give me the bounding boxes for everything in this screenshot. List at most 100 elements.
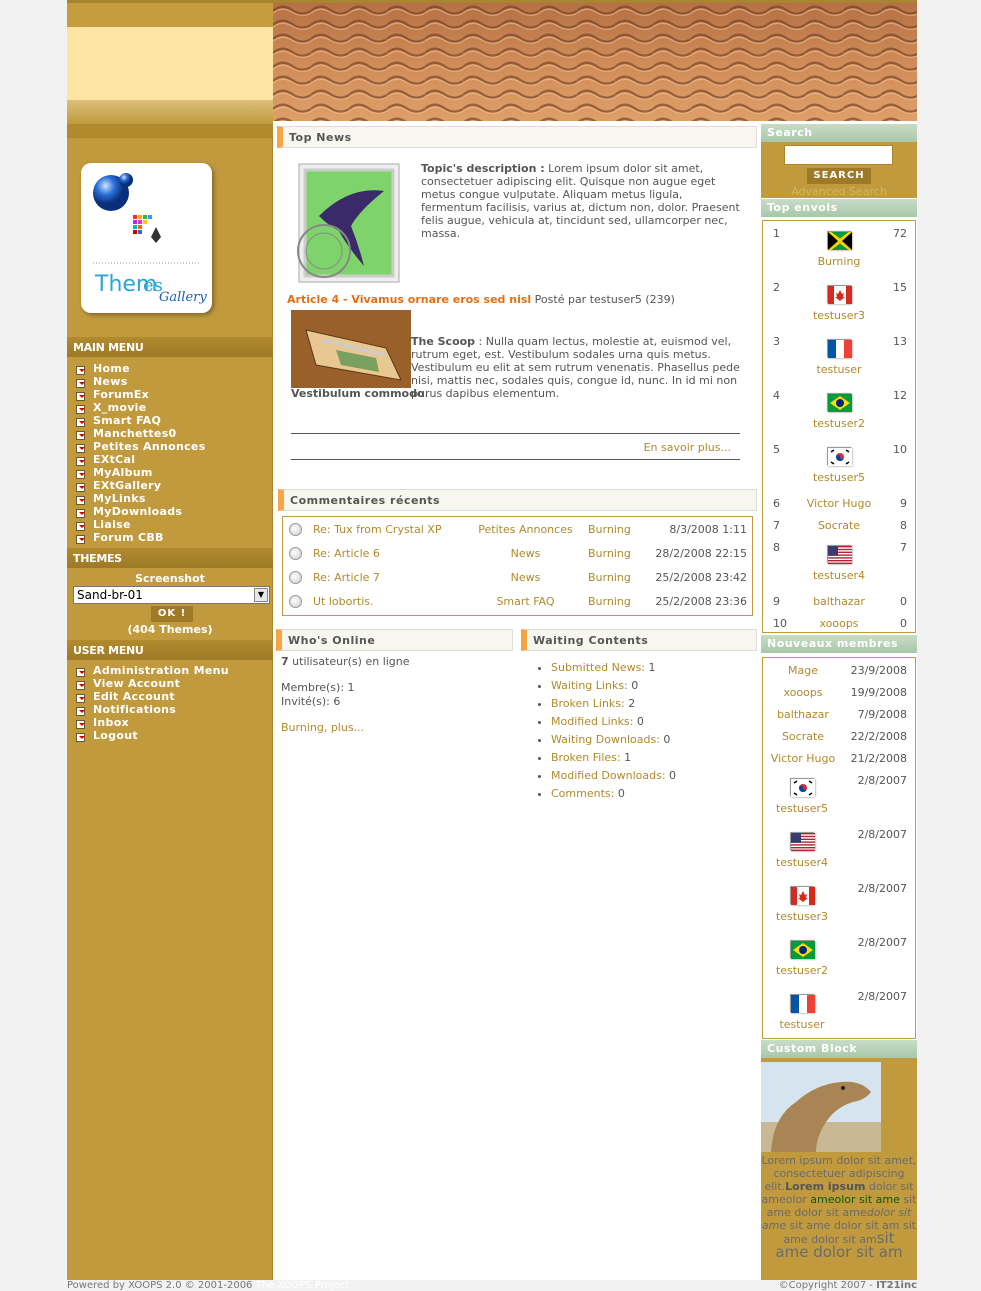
member-link[interactable]: xooops [763,686,843,699]
article-title-link[interactable]: Article 4 - Vivamus ornare eros sed nisl [287,293,531,306]
member-link[interactable]: Socrate [763,730,843,743]
waiting-item-link[interactable]: Waiting Links: [551,679,628,692]
comment-user-link[interactable]: Burning [588,571,631,584]
themes-title: Themes [67,548,273,568]
comment-user-link[interactable]: Burning [588,595,631,608]
member-link[interactable]: testuser [763,1018,841,1031]
svg-text:Gallery: Gallery [159,290,207,305]
main-menu-item[interactable]: Petites Annonces [73,440,206,453]
main-menu-item[interactable]: ForumEx [73,388,206,401]
waiting-item-count: 0 [633,715,644,728]
main-menu-item-label: EXtGallery [93,479,162,492]
top-envois-row: 10 0 xooops [763,611,915,633]
user-link[interactable]: balthazar [763,595,915,608]
main-menu-item[interactable]: EXtCal [73,453,206,466]
chevron-down-icon[interactable]: ▼ [254,588,268,602]
user-menu-item[interactable]: Inbox [73,716,229,729]
arrow-bullet-icon [76,431,85,440]
comment-module-link[interactable]: News [453,547,598,560]
new-member-row: 23/9/2008 Mage [763,658,915,680]
article-heading: Article 4 - Vivamus ornare eros sed nisl… [287,293,757,306]
comment-bullet-icon [289,547,302,560]
main-menu-item[interactable]: MyAlbum [73,466,206,479]
main-menu-item[interactable]: EXtGallery [73,479,206,492]
user-menu-item-label: Administration Menu [93,664,229,677]
arrow-bullet-icon [76,457,85,466]
member-link[interactable]: testuser4 [763,856,841,869]
arrow-bullet-icon [76,535,85,544]
comment-module-link[interactable]: Smart FAQ [453,595,598,608]
member-link[interactable]: testuser2 [763,964,841,977]
join-date: 21/2/2008 [850,752,907,765]
waiting-item-link[interactable]: Submitted News: [551,661,645,674]
xoops-project-link[interactable]: The XOOPS Project [256,1280,350,1291]
arrow-bullet-icon [76,496,85,505]
user-menu-item[interactable]: View Account [73,677,229,690]
user-link[interactable]: Socrate [763,519,915,532]
member-link[interactable]: testuser5 [763,802,841,815]
main-menu-item-label: Home [93,362,130,375]
comment-module-link[interactable]: Petites Annonces [453,523,598,536]
user-link[interactable]: testuser4 [763,569,915,582]
arrow-bullet-icon [76,694,85,703]
arrow-bullet-icon [76,405,85,414]
read-more-link[interactable]: En savoir plus... [291,441,731,454]
main-menu-item[interactable]: X_movie [73,401,206,414]
comment-subject-link[interactable]: Ut lobortis. [313,595,373,608]
footer-copyright: ©Copyright 2007 - IT21inc [778,1280,917,1291]
canada-flag-icon [790,886,815,905]
comment-user-link[interactable]: Burning [588,523,631,536]
user-link[interactable]: xooops [763,617,915,630]
theme-select[interactable]: Sand-br-01 ▼ [73,586,270,604]
comment-subject-link[interactable]: Re: Article 7 [313,571,380,584]
member-link[interactable]: balthazar [763,708,843,721]
arrow-bullet-icon [76,379,85,388]
comment-module-link[interactable]: News [453,571,598,584]
user-link[interactable]: testuser2 [763,417,915,430]
new-member-row: 7/9/2008 balthazar [763,702,915,724]
theme-ok-button[interactable]: OK ! [151,606,193,622]
waiting-item-link[interactable]: Waiting Downloads: [551,733,660,746]
main-menu-item[interactable]: Manchettes0 [73,427,206,440]
top-envois-row: 7 8 Socrate [763,513,915,535]
waiting-item-link[interactable]: Modified Links: [551,715,633,728]
main-menu-item[interactable]: Liaise [73,518,206,531]
arrow-bullet-icon [76,733,85,742]
user-link[interactable]: Victor Hugo [763,497,915,510]
member-link[interactable]: testuser3 [763,910,841,923]
user-menu-item[interactable]: Notifications [73,703,229,716]
main-menu-item[interactable]: Home [73,362,206,375]
search-input[interactable] [784,145,893,165]
main-menu-item[interactable]: News [73,375,206,388]
waiting-item-link[interactable]: Broken Files: [551,751,621,764]
search-button[interactable]: SEARCH [807,168,871,184]
member-link[interactable]: Mage [763,664,843,677]
waiting-item-link[interactable]: Comments: [551,787,614,800]
arrow-bullet-icon [76,522,85,531]
main-menu-item[interactable]: Forum CBB [73,531,206,544]
user-menu-item[interactable]: Edit Account [73,690,229,703]
comment-subject-link[interactable]: Re: Tux from Crystal XP [313,523,441,536]
usa-flag-icon [827,545,852,564]
user-link[interactable]: testuser [763,363,915,376]
main-menu-item[interactable]: MyDownloads [73,505,206,518]
join-date: 2/8/2007 [857,990,907,1003]
main-menu-item[interactable]: MyLinks [73,492,206,505]
left-column: Them es Gallery Main Menu Home News ForumE… [67,0,273,1280]
waiting-item-link[interactable]: Broken Links: [551,697,625,710]
user-link[interactable]: Burning [763,255,915,268]
online-more-link[interactable]: Burning, plus... [281,721,364,734]
user-link[interactable]: testuser5 [763,471,915,484]
user-menu-item[interactable]: Logout [73,729,229,742]
waiting-item-link[interactable]: Modified Downloads: [551,769,666,782]
main-menu: Home News ForumEx X_movie Smart FAQ Manchette… [73,362,206,544]
comment-subject-link[interactable]: Re: Article 6 [313,547,380,560]
comment-user-link[interactable]: Burning [588,547,631,560]
user-link[interactable]: testuser3 [763,309,915,322]
site-logo[interactable]: Them es Gallery [81,163,212,313]
user-menu-item[interactable]: Administration Menu [73,664,229,677]
main-menu-item[interactable]: Smart FAQ [73,414,206,427]
member-link[interactable]: Victor Hugo [763,752,843,765]
advanced-search-link[interactable]: Advanced Search [761,185,917,198]
new-member-row: 2/8/2007 testuser4 [763,822,915,876]
